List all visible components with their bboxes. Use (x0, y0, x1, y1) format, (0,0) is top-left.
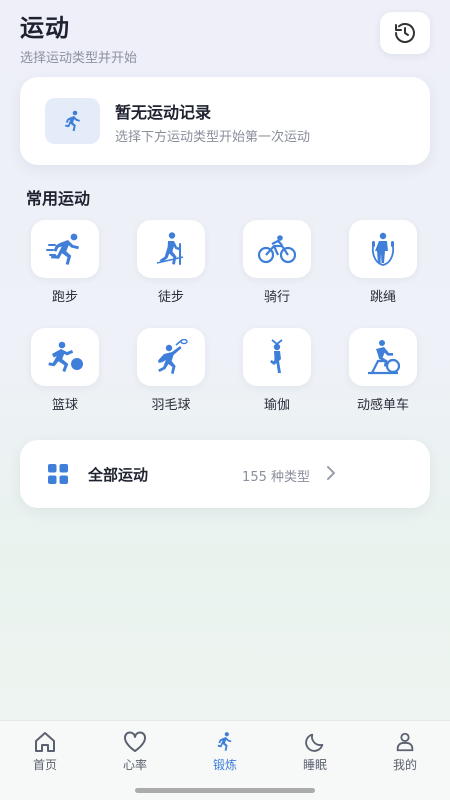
sport-item-cycling[interactable]: 骑行 (232, 220, 322, 310)
sport-label: 徒步 (157, 290, 184, 305)
history-button[interactable] (380, 12, 430, 54)
tab-sleep[interactable]: 睡眠 (270, 731, 360, 773)
tab-label: 锻炼 (212, 758, 237, 772)
tab-label: 我的 (392, 758, 417, 772)
cycling-icon (258, 235, 296, 264)
sport-label: 羽毛球 (151, 398, 191, 413)
record-icon-box (45, 98, 100, 144)
running-icon (64, 110, 80, 132)
sport-icon-box (31, 328, 99, 386)
basketball-icon (48, 341, 83, 372)
sport-item-hiking[interactable]: 徒步 (126, 220, 216, 310)
sport-label: 动感单车 (356, 398, 409, 413)
tab-label: 心率 (122, 758, 147, 772)
tab-workout[interactable]: 锻炼 (180, 731, 270, 773)
history-icon (395, 23, 415, 43)
sport-item-basketball[interactable]: 篮球 (20, 328, 110, 418)
heart-icon (124, 731, 146, 752)
home-icon (35, 732, 55, 752)
sport-icon-box (243, 328, 311, 386)
hiking-icon (156, 232, 184, 265)
no-record-card[interactable]: 暂无运动记录 选择下方运动类型开始第一次运动 (20, 77, 430, 165)
sport-icon-box (137, 328, 205, 386)
sport-icon-box (349, 220, 417, 278)
sport-label: 跑步 (51, 290, 78, 305)
sport-label: 篮球 (51, 398, 78, 413)
header: 运动 选择运动类型并开始 (20, 8, 137, 66)
moon-icon (305, 733, 324, 752)
sport-item-spin-bike[interactable]: 动感单车 (338, 328, 428, 418)
running-icon (46, 233, 79, 265)
record-subtitle: 选择下方运动类型开始第一次运动 (115, 130, 311, 145)
all-sports-count: 155 种类型 (242, 470, 310, 485)
running-icon (217, 732, 232, 751)
all-sports-label: 全部运动 (88, 466, 149, 484)
sport-label: 跳绳 (369, 290, 396, 305)
common-sports-title: 常用运动 (26, 189, 91, 208)
sport-label: 瑜伽 (263, 398, 290, 413)
badminton-icon (158, 339, 188, 374)
bottom-tab-bar: 首页 心率 锻炼 睡眠 我的 (0, 720, 450, 800)
home-indicator (135, 788, 315, 793)
chevron-right-icon (327, 466, 335, 480)
tab-label: 首页 (32, 758, 57, 772)
sport-icon-box (349, 328, 417, 386)
page-title: 运动 (20, 14, 70, 42)
sport-item-yoga[interactable]: 瑜伽 (232, 328, 322, 418)
tab-label: 睡眠 (302, 758, 327, 772)
sport-icon-box (137, 220, 205, 278)
sport-item-badminton[interactable]: 羽毛球 (126, 328, 216, 418)
sport-label: 骑行 (263, 290, 290, 305)
jump-rope-icon (371, 232, 395, 266)
sport-item-running[interactable]: 跑步 (20, 220, 110, 310)
spin-bike-icon (368, 340, 401, 375)
tab-heart-rate[interactable]: 心率 (90, 731, 180, 773)
sport-icon-box (243, 220, 311, 278)
sport-icon-box (31, 220, 99, 278)
sport-item-jump-rope[interactable]: 跳绳 (338, 220, 428, 310)
tab-profile[interactable]: 我的 (360, 731, 450, 773)
record-title: 暂无运动记录 (115, 103, 212, 122)
page-subtitle: 选择运动类型并开始 (20, 51, 138, 66)
tab-home[interactable]: 首页 (0, 731, 90, 773)
user-icon (396, 732, 414, 752)
yoga-icon (270, 339, 283, 373)
all-sports-card[interactable]: 全部运动 155 种类型 (20, 440, 430, 508)
grid-icon (48, 464, 68, 484)
